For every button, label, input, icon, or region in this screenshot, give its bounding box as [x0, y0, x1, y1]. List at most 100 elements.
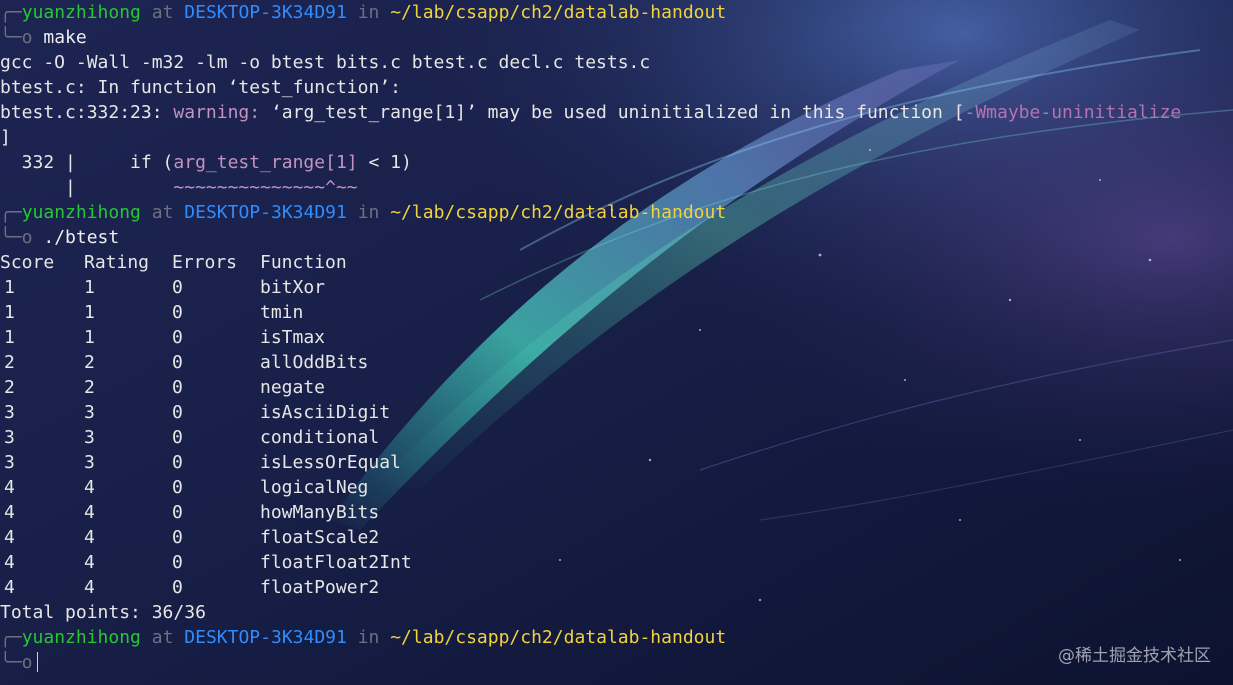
- prompt-in: in: [357, 2, 380, 23]
- text-cursor[interactable]: [36, 652, 38, 672]
- results-row: 3 3 0 isLessOrEqual: [0, 450, 1233, 475]
- command-line: ╰─o ./btest: [0, 225, 1233, 250]
- row-function: conditional: [260, 427, 380, 448]
- warning-line: btest.c:332:23: warning: ‘arg_test_range…: [0, 100, 1233, 125]
- prompt-arrow: ╰─o: [0, 227, 33, 248]
- row-errors: 0: [172, 527, 183, 548]
- row-errors: 0: [172, 352, 183, 373]
- header-function: Function: [260, 252, 347, 273]
- warning-location: btest.c:332:23:: [0, 102, 174, 123]
- terminal-window[interactable]: ╭─yuanzhihong at DESKTOP-3K34D91 in ~/la…: [0, 0, 1233, 685]
- prompt-host: DESKTOP-3K34D91: [184, 627, 347, 648]
- prompt-path: ~/lab/csapp/ch2/datalab-handout: [390, 2, 727, 23]
- row-errors: 0: [172, 402, 183, 423]
- output-line: ]: [0, 127, 11, 148]
- row-errors: 0: [172, 427, 183, 448]
- source-variable: arg_test_range[1]: [173, 152, 358, 173]
- squiggle-prefix: |: [0, 177, 174, 198]
- prompt-user: yuanzhihong: [21, 2, 141, 23]
- header-score: Score: [0, 252, 55, 273]
- row-score: 1: [4, 302, 15, 323]
- row-errors: 0: [172, 452, 183, 473]
- row-function: tmin: [260, 302, 304, 323]
- prompt-in: in: [357, 202, 380, 223]
- prompt-line: ╭─yuanzhihong at DESKTOP-3K34D91 in ~/la…: [0, 0, 1233, 25]
- row-rating: 4: [84, 477, 95, 498]
- prompt-path: ~/lab/csapp/ch2/datalab-handout: [390, 202, 727, 223]
- results-row: 1 1 0 bitXor: [0, 275, 1233, 300]
- warning-label: warning:: [173, 102, 271, 123]
- prompt-corner: ╭─: [0, 2, 22, 23]
- row-rating: 2: [84, 377, 95, 398]
- row-rating: 4: [84, 527, 95, 548]
- row-score: 3: [4, 427, 15, 448]
- row-score: 3: [4, 452, 15, 473]
- prompt-path: ~/lab/csapp/ch2/datalab-handout: [390, 627, 727, 648]
- row-errors: 0: [172, 302, 183, 323]
- prompt-line: ╭─yuanzhihong at DESKTOP-3K34D91 in ~/la…: [0, 625, 1233, 650]
- results-row: 2 2 0 allOddBits: [0, 350, 1233, 375]
- row-score: 4: [4, 527, 15, 548]
- total-points: Total points: 36/36: [0, 602, 206, 623]
- prompt-host: DESKTOP-3K34D91: [184, 202, 347, 223]
- row-function: bitXor: [260, 277, 326, 298]
- row-rating: 4: [84, 502, 95, 523]
- row-function: isLessOrEqual: [260, 452, 401, 473]
- row-errors: 0: [172, 327, 183, 348]
- row-rating: 1: [84, 302, 95, 323]
- watermark: @稀土掘金技术社区: [1058, 646, 1211, 666]
- warning-flag: -Wmaybe-uninitialize: [964, 102, 1182, 123]
- row-score: 1: [4, 277, 15, 298]
- input-line[interactable]: ╰─o: [0, 650, 1233, 675]
- command-text: ./btest: [32, 227, 120, 248]
- row-errors: 0: [172, 577, 183, 598]
- row-rating: 2: [84, 352, 95, 373]
- row-function: allOddBits: [260, 352, 369, 373]
- prompt-line: ╭─yuanzhihong at DESKTOP-3K34D91 in ~/la…: [0, 200, 1233, 225]
- squiggle-line: | ~~~~~~~~~~~~~~^~~: [0, 175, 1233, 200]
- command-line: ╰─o make: [0, 25, 1233, 50]
- squiggle-marker: ~~~~~~~~~~~~~~^~~: [173, 177, 358, 198]
- row-score: 2: [4, 377, 15, 398]
- row-rating: 1: [84, 327, 95, 348]
- prompt-arrow: ╰─o: [0, 652, 33, 673]
- row-function: howManyBits: [260, 502, 380, 523]
- row-function: floatFloat2Int: [260, 552, 412, 573]
- prompt-at: at: [151, 2, 174, 23]
- results-header: Score Rating Errors Function: [0, 250, 1233, 275]
- row-function: floatPower2: [260, 577, 380, 598]
- prompt-arrow: ╰─o: [0, 27, 33, 48]
- row-score: 4: [4, 577, 15, 598]
- row-rating: 4: [84, 577, 95, 598]
- row-score: 1: [4, 327, 15, 348]
- results-row: 1 1 0 tmin: [0, 300, 1233, 325]
- results-row: 3 3 0 conditional: [0, 425, 1233, 450]
- row-errors: 0: [172, 377, 183, 398]
- row-function: negate: [260, 377, 326, 398]
- row-rating: 3: [84, 402, 95, 423]
- prompt-user: yuanzhihong: [21, 202, 141, 223]
- results-row: 4 4 0 floatScale2: [0, 525, 1233, 550]
- source-rest: < 1): [357, 152, 412, 173]
- results-row: 4 4 0 floatFloat2Int: [0, 550, 1233, 575]
- row-score: 2: [4, 352, 15, 373]
- prompt-corner: ╭─: [0, 627, 22, 648]
- row-function: isAsciiDigit: [260, 402, 391, 423]
- row-function: isTmax: [260, 327, 326, 348]
- row-rating: 1: [84, 277, 95, 298]
- source-line: 332 | if (arg_test_range[1] < 1): [0, 150, 1233, 175]
- header-rating: Rating: [84, 252, 150, 273]
- prompt-corner: ╭─: [0, 202, 22, 223]
- prompt-host: DESKTOP-3K34D91: [184, 2, 347, 23]
- prompt-at: at: [151, 202, 174, 223]
- row-score: 4: [4, 502, 15, 523]
- results-row: 2 2 0 negate: [0, 375, 1233, 400]
- row-rating: 4: [84, 552, 95, 573]
- row-function: floatScale2: [260, 527, 380, 548]
- row-errors: 0: [172, 552, 183, 573]
- row-errors: 0: [172, 502, 183, 523]
- row-errors: 0: [172, 277, 183, 298]
- row-score: 4: [4, 552, 15, 573]
- output-line: btest.c: In function ‘test_function’:: [0, 77, 401, 98]
- row-rating: 3: [84, 452, 95, 473]
